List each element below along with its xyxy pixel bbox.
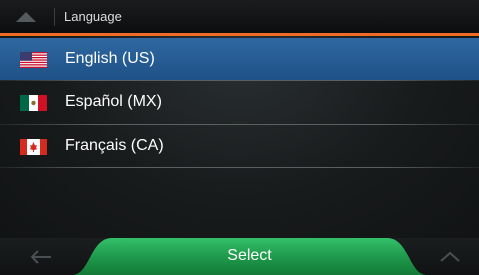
language-label: Español (MX) [65, 93, 162, 110]
back-button[interactable] [0, 238, 70, 275]
list-item-espanol-mx[interactable]: Español (MX) [0, 81, 479, 123]
language-list: English (US) Español (MX) Français (CA) [0, 36, 479, 238]
select-label: Select [227, 247, 272, 264]
bottom-bar: Select [0, 238, 479, 275]
scroll-up-button[interactable] [420, 238, 479, 275]
list-item-english-us[interactable]: English (US) [0, 38, 479, 80]
language-label: Français (CA) [65, 137, 164, 154]
us-flag-icon [20, 52, 47, 68]
up-button[interactable] [0, 0, 52, 33]
list-item-francais-ca[interactable]: Français (CA) [0, 125, 479, 167]
page-title: Language [64, 9, 122, 24]
mexico-flag-icon [20, 95, 47, 111]
chevron-up-icon [440, 252, 460, 262]
language-label: English (US) [65, 50, 155, 67]
canada-flag-icon [20, 139, 47, 155]
row-divider [0, 167, 479, 168]
arrow-left-icon [30, 250, 51, 264]
title-bar: Language [0, 0, 479, 33]
select-button[interactable]: Select [72, 238, 427, 275]
title-separator [54, 8, 55, 26]
chevron-up-icon [16, 12, 36, 22]
